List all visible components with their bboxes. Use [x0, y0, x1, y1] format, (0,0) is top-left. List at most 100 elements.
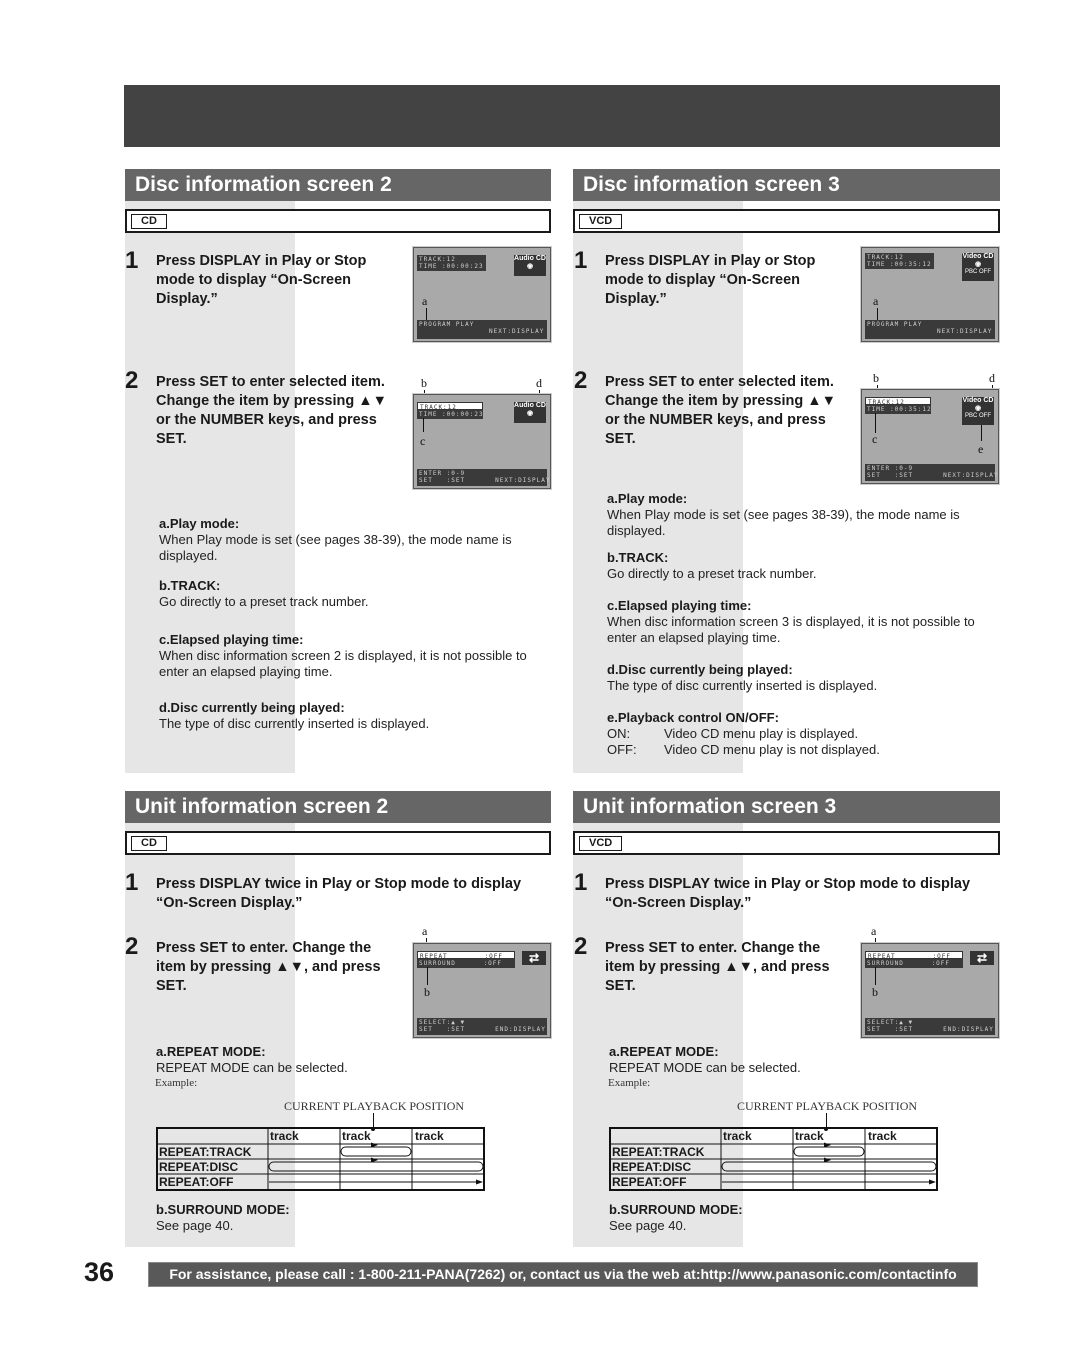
section-title-disc2: Disc information screen 2: [125, 169, 551, 201]
section-title-disc3: Disc information screen 3: [573, 169, 1000, 201]
table-row-label: REPEAT:DISC: [612, 1160, 692, 1174]
repeat-icon: ⇄: [970, 951, 994, 965]
table-header: track: [868, 1129, 897, 1143]
step-text: Press SET to enter selected item. Change…: [605, 374, 836, 447]
disc-type-bar: CD: [125, 209, 551, 233]
assistance-footer: For assistance, please call : 1-800-211-…: [148, 1262, 978, 1287]
callout-line: [423, 418, 424, 432]
disc-type-badge: VCD: [579, 836, 623, 851]
disc-type-bar: VCD: [573, 831, 1000, 855]
video-cd-logo-icon: Video CD ◉ PBC OFF: [962, 397, 994, 425]
callout-b: b: [873, 371, 879, 385]
disc-type-badge: CD: [131, 214, 167, 229]
step-number: 2: [125, 367, 139, 394]
desc-title: c.Elapsed playing time:: [607, 598, 752, 613]
audio-cd-logo-icon: Audio CD ◉: [514, 402, 546, 423]
step-number: 1: [574, 869, 588, 896]
osd-bottom-bar: SELECT:▲ ▼ SET :SET END:DISPLAY: [417, 1018, 547, 1035]
callout-b: b: [424, 985, 430, 999]
desc-title: b.SURROUND MODE:: [609, 1202, 743, 1217]
current-position-label: CURRENT PLAYBACK POSITION: [284, 1099, 465, 1113]
osd-surround-field: SURROUND :OFF: [417, 959, 515, 968]
table-header: track: [723, 1129, 752, 1143]
audio-cd-logo-icon: Audio CD ◉: [514, 255, 546, 276]
osd-track-field: TRACK:12: [865, 397, 931, 406]
callout-a: a: [873, 294, 879, 308]
callout-line: [981, 425, 982, 441]
callout-b: b: [421, 376, 427, 390]
step-number: 1: [574, 247, 588, 274]
desc-title: b.TRACK:: [159, 578, 221, 593]
desc-title: a.Play mode:: [607, 491, 688, 506]
step-number: 2: [125, 933, 139, 960]
desc-text: When Play mode is set (see pages 38-39),…: [159, 532, 512, 563]
callout-d: d: [989, 371, 995, 385]
osd-screen-disc-info: TRACK:12 TIME :00:35:12 Video CD ◉ PBC OF…: [860, 246, 1000, 343]
example-label: Example:: [155, 1077, 198, 1089]
step-number: 1: [125, 247, 139, 274]
desc-text: OFF: Video CD menu play is not displayed.: [607, 742, 880, 757]
desc-text: REPEAT MODE can be selected.: [609, 1060, 801, 1075]
desc-text: When disc information screen 3 is displa…: [607, 614, 975, 645]
descriptions: a.Play mode: When Play mode is set (see …: [159, 516, 554, 732]
desc-text: ON: Video CD menu play is displayed.: [607, 726, 859, 741]
osd-screen-disc-info: TRACK:12 TIME :00:00:23 Audio CD ◉ a PRO…: [412, 246, 552, 343]
callout-c: c: [872, 432, 878, 446]
step-number: 2: [574, 933, 588, 960]
desc-title: b.TRACK:: [607, 550, 669, 565]
callout-line: [877, 308, 878, 320]
callout-line: [875, 413, 876, 433]
step-text: Press SET to enter. Change the item by p…: [156, 940, 381, 994]
table-row-label: REPEAT:OFF: [612, 1175, 687, 1189]
table-header: track: [342, 1129, 371, 1143]
step-text: Press SET to enter selected item. Change…: [156, 374, 387, 447]
osd-track-time: TRACK:12 TIME :00:00:23: [417, 255, 486, 271]
table-row-label: REPEAT:TRACK: [159, 1145, 252, 1159]
example-label: Example:: [608, 1077, 651, 1089]
desc-title: a.REPEAT MODE:: [609, 1044, 719, 1059]
section-title-unit2: Unit information screen 2: [125, 791, 551, 823]
desc-text: REPEAT MODE can be selected.: [156, 1060, 348, 1075]
desc-title: a.Play mode:: [159, 516, 240, 531]
desc-text: The type of disc currently inserted is d…: [607, 678, 878, 693]
osd-bottom-bar: SELECT:▲ ▼ SET :SET END:DISPLAY: [865, 1018, 995, 1035]
table-header: track: [415, 1129, 444, 1143]
callout-e: e: [978, 442, 984, 456]
callout-line: [427, 967, 428, 985]
osd-bottom-bar: ENTER :0-9 SET :SET NEXT:DISPLAY: [417, 469, 551, 486]
callout-c: c: [420, 434, 426, 448]
table-header: track: [270, 1129, 299, 1143]
step-text: Press SET to enter. Change the item by p…: [605, 940, 830, 994]
callout-line: [426, 308, 427, 320]
current-position-label: CURRENT PLAYBACK POSITION: [737, 1099, 918, 1113]
osd-screen-unit-info: REPEAT :OFF SURROUND :OFF ⇄ b SELECT:▲ ▼…: [412, 942, 552, 1039]
osd-track-time: TRACK:12 TIME :00:35:12: [865, 253, 934, 269]
osd-bottom-bar: ENTER :0-9 SET :SET NEXT:DISPLAY: [865, 464, 999, 481]
disc-type-bar: VCD: [573, 209, 1000, 233]
disc-type-badge: VCD: [579, 214, 623, 229]
repeat-icon: ⇄: [522, 951, 546, 965]
desc-text: See page 40.: [609, 1218, 687, 1233]
osd-screen-disc-info-edit: TRACK:12 TIME :00:35:12 Video CD ◉ PBC OF…: [860, 388, 1000, 485]
section-title-unit3: Unit information screen 3: [573, 791, 1000, 823]
callout-line: [875, 967, 876, 985]
osd-screen-disc-info-edit: TRACK:12 TIME :00:00:23 Audio CD ◉ c ENT…: [412, 393, 552, 490]
callout-a: a: [422, 924, 428, 938]
step-text: Press DISPLAY twice in Play or Stop mode…: [605, 876, 971, 911]
step-text: Press DISPLAY in Play or Stop mode to di…: [605, 253, 816, 307]
desc-title: b.SURROUND MODE:: [156, 1202, 290, 1217]
desc-text: When disc information screen 2 is displa…: [159, 648, 527, 679]
table-row-label: REPEAT:TRACK: [612, 1145, 705, 1159]
osd-repeat-field: REPEAT :OFF: [865, 951, 963, 960]
osd-repeat-field: REPEAT :OFF: [417, 951, 515, 960]
table-row-label: REPEAT:OFF: [159, 1175, 234, 1189]
repeat-table-labels: track track track REPEAT:TRACK REPEAT:DI…: [611, 1128, 941, 1190]
desc-title: a.REPEAT MODE:: [156, 1044, 266, 1059]
step-text: Press DISPLAY in Play or Stop mode to di…: [156, 253, 367, 307]
desc-text: Go directly to a preset track number.: [607, 566, 817, 581]
table-row-label: REPEAT:DISC: [159, 1160, 239, 1174]
callout-a: a: [871, 924, 877, 938]
step-text: Press DISPLAY twice in Play or Stop mode…: [156, 876, 522, 911]
osd-bottom-bar: PROGRAM PLAY NEXT:DISPLAY: [865, 320, 995, 339]
page-number: 36: [84, 1257, 115, 1287]
